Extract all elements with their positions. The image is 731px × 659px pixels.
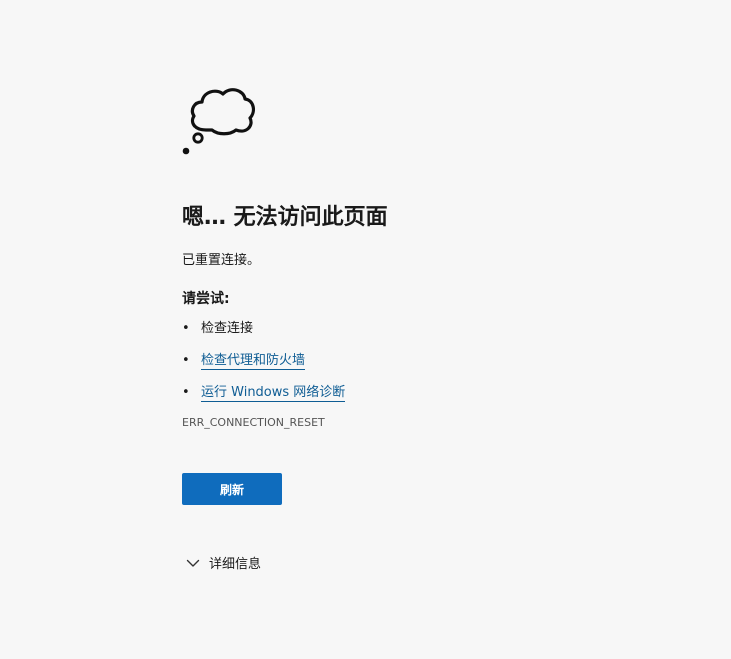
error-code: ERR_CONNECTION_RESET	[182, 416, 325, 429]
error-page: 嗯… 无法访问此页面 已重置连接。 请尝试: • 检查连接 • 检查代理和防火墙…	[0, 0, 731, 659]
details-toggle[interactable]: 详细信息	[182, 553, 662, 572]
details-label: 详细信息	[209, 557, 262, 572]
thought-cloud-icon	[182, 88, 256, 155]
suggestion-check-proxy-firewall: • 检查代理和防火墙	[182, 350, 662, 382]
suggestion-check-connection: • 检查连接	[182, 318, 662, 350]
chevron-down-icon	[186, 559, 200, 567]
refresh-button[interactable]: 刷新	[182, 473, 282, 505]
page-title: 嗯… 无法访问此页面	[182, 205, 388, 230]
bullet: •	[182, 385, 190, 400]
run-network-diagnostics-link[interactable]: 运行 Windows 网络诊断	[201, 385, 346, 402]
error-content: 嗯… 无法访问此页面 已重置连接。 请尝试: • 检查连接 • 检查代理和防火墙…	[182, 82, 662, 572]
suggestion-label: 检查连接	[201, 321, 254, 336]
check-proxy-firewall-link[interactable]: 检查代理和防火墙	[201, 353, 306, 370]
bullet: •	[182, 353, 190, 368]
suggestion-list: • 检查连接 • 检查代理和防火墙 • 运行 Windows 网络诊断	[182, 318, 662, 414]
error-message: 已重置连接。	[182, 253, 261, 268]
bullet: •	[182, 321, 190, 336]
try-heading: 请尝试:	[182, 291, 230, 307]
suggestion-run-diagnostics: • 运行 Windows 网络诊断	[182, 382, 662, 414]
